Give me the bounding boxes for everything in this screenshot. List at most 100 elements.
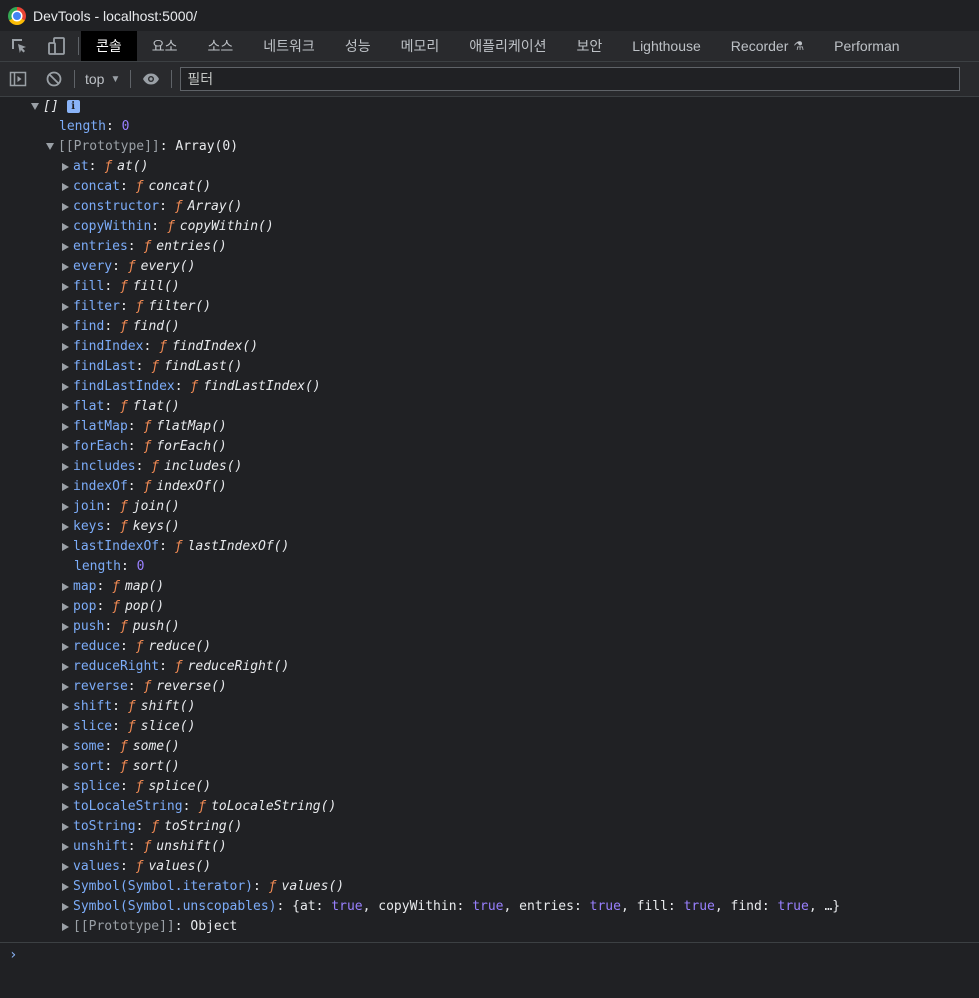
tab-9[interactable]: Recorder ⚗	[716, 31, 819, 61]
expand-triangle-icon[interactable]	[62, 722, 69, 731]
prototype-member-row[interactable]: Symbol(Symbol.iterator): ƒ values()	[0, 877, 979, 897]
expand-triangle-icon[interactable]	[62, 802, 69, 811]
expand-triangle-icon[interactable]	[62, 222, 69, 231]
expand-triangle-icon[interactable]	[62, 582, 69, 591]
prototype-member-row[interactable]: flat: ƒ flat()	[0, 397, 979, 417]
expand-triangle-icon[interactable]	[62, 202, 69, 211]
expand-triangle-icon[interactable]	[62, 242, 69, 251]
prototype-member-row[interactable]: push: ƒ push()	[0, 617, 979, 637]
prototype-member-row[interactable]: findLastIndex: ƒ findLastIndex()	[0, 377, 979, 397]
expand-triangle-icon[interactable]	[62, 362, 69, 371]
tab-1[interactable]: 요소	[137, 31, 193, 61]
info-icon[interactable]: i	[66, 100, 80, 113]
prototype-member-row[interactable]: some: ƒ some()	[0, 737, 979, 757]
expand-triangle-icon[interactable]	[62, 622, 69, 631]
prototype-member-row[interactable]: sort: ƒ sort()	[0, 757, 979, 777]
prototype-member-row[interactable]: every: ƒ every()	[0, 257, 979, 277]
show-sidebar-button[interactable]	[0, 62, 36, 96]
expand-triangle-icon[interactable]	[62, 742, 69, 751]
expand-triangle-icon[interactable]	[62, 482, 69, 491]
prototype-member-row[interactable]: fill: ƒ fill()	[0, 277, 979, 297]
expand-triangle-icon[interactable]	[62, 262, 69, 271]
expand-triangle-icon[interactable]	[62, 282, 69, 291]
live-expression-button[interactable]	[133, 62, 169, 96]
prototype-member-row[interactable]: map: ƒ map()	[0, 577, 979, 597]
prototype-member-row[interactable]: constructor: ƒ Array()	[0, 197, 979, 217]
prototype-member-row[interactable]: entries: ƒ entries()	[0, 237, 979, 257]
prototype-member-row[interactable]: values: ƒ values()	[0, 857, 979, 877]
prototype-member-row[interactable]: reduceRight: ƒ reduceRight()	[0, 657, 979, 677]
prototype-member-row[interactable]: indexOf: ƒ indexOf()	[0, 477, 979, 497]
expand-triangle-icon[interactable]	[62, 382, 69, 391]
expand-triangle-icon[interactable]	[62, 402, 69, 411]
expand-triangle-icon[interactable]	[62, 882, 69, 891]
prototype-member-row[interactable]: slice: ƒ slice()	[0, 717, 979, 737]
expand-triangle-icon[interactable]	[62, 522, 69, 531]
tab-7[interactable]: 보안	[562, 31, 618, 61]
context-selector[interactable]: top ▼	[77, 62, 128, 96]
prototype-member-row[interactable]: splice: ƒ splice()	[0, 777, 979, 797]
tab-8[interactable]: Lighthouse	[617, 31, 716, 61]
prototype-member-row[interactable]: forEach: ƒ forEach()	[0, 437, 979, 457]
expand-triangle-icon[interactable]	[62, 542, 69, 551]
prototype-member-row[interactable]: unshift: ƒ unshift()	[0, 837, 979, 857]
expand-triangle-icon[interactable]	[62, 682, 69, 691]
prototype-member-row[interactable]: toLocaleString: ƒ toLocaleString()	[0, 797, 979, 817]
tab-4[interactable]: 성능	[330, 31, 386, 61]
expand-triangle-icon[interactable]	[62, 602, 69, 611]
expand-triangle-icon[interactable]	[62, 502, 69, 511]
prototype-member-row[interactable]: flatMap: ƒ flatMap()	[0, 417, 979, 437]
expand-triangle-icon[interactable]	[46, 143, 54, 150]
expand-triangle-icon[interactable]	[62, 842, 69, 851]
expand-triangle-icon[interactable]	[62, 902, 69, 911]
expand-triangle-icon[interactable]	[31, 103, 39, 110]
prototype-member-row[interactable]: shift: ƒ shift()	[0, 697, 979, 717]
prototype-member-row[interactable]: toString: ƒ toString()	[0, 817, 979, 837]
inspect-element-icon[interactable]	[0, 31, 38, 61]
expand-triangle-icon[interactable]	[62, 822, 69, 831]
device-toolbar-icon[interactable]	[38, 31, 76, 61]
expand-triangle-icon[interactable]	[62, 342, 69, 351]
inner-prototype-row[interactable]: [[Prototype]]: Object	[0, 917, 979, 937]
expand-triangle-icon[interactable]	[62, 922, 69, 931]
expand-triangle-icon[interactable]	[62, 762, 69, 771]
prototype-member-row[interactable]: findLast: ƒ findLast()	[0, 357, 979, 377]
expand-triangle-icon[interactable]	[62, 302, 69, 311]
prototype-member-row[interactable]: reverse: ƒ reverse()	[0, 677, 979, 697]
prototype-member-row[interactable]: concat: ƒ concat()	[0, 177, 979, 197]
prototype-member-row[interactable]: join: ƒ join()	[0, 497, 979, 517]
expand-triangle-icon[interactable]	[62, 442, 69, 451]
prototype-member-row[interactable]: filter: ƒ filter()	[0, 297, 979, 317]
prototype-member-row[interactable]: at: ƒ at()	[0, 157, 979, 177]
expand-triangle-icon[interactable]	[62, 462, 69, 471]
expand-triangle-icon[interactable]	[62, 702, 69, 711]
tab-2[interactable]: 소스	[193, 31, 249, 61]
expand-triangle-icon[interactable]	[62, 642, 69, 651]
prototype-member-row[interactable]: reduce: ƒ reduce()	[0, 637, 979, 657]
expand-triangle-icon[interactable]	[62, 862, 69, 871]
expand-triangle-icon[interactable]	[62, 162, 69, 171]
array-root-row[interactable]: [] i	[0, 97, 979, 117]
expand-triangle-icon[interactable]	[62, 422, 69, 431]
tab-6[interactable]: 애플리케이션	[454, 31, 561, 61]
tab-5[interactable]: 메모리	[386, 31, 455, 61]
prototype-member-row[interactable]: keys: ƒ keys()	[0, 517, 979, 537]
tab-0[interactable]: 콘솔	[81, 31, 137, 61]
prototype-member-row[interactable]: pop: ƒ pop()	[0, 597, 979, 617]
expand-triangle-icon[interactable]	[62, 782, 69, 791]
tab-10[interactable]: Performan	[819, 31, 914, 61]
prototype-member-row[interactable]: includes: ƒ includes()	[0, 457, 979, 477]
tab-3[interactable]: 네트워크	[248, 31, 330, 61]
prototype-member-row[interactable]: findIndex: ƒ findIndex()	[0, 337, 979, 357]
prototype-member-row[interactable]: copyWithin: ƒ copyWithin()	[0, 217, 979, 237]
prototype-member-row[interactable]: find: ƒ find()	[0, 317, 979, 337]
expand-triangle-icon[interactable]	[62, 182, 69, 191]
expand-triangle-icon[interactable]	[62, 322, 69, 331]
unscopables-row[interactable]: Symbol(Symbol.unscopables): {at: true, c…	[0, 897, 979, 917]
filter-input[interactable]	[180, 67, 961, 91]
console-prompt[interactable]: ›	[0, 942, 979, 998]
expand-triangle-icon[interactable]	[62, 662, 69, 671]
clear-console-button[interactable]	[36, 62, 72, 96]
prototype-member-row[interactable]: lastIndexOf: ƒ lastIndexOf()	[0, 537, 979, 557]
prototype-row[interactable]: [[Prototype]]: Array(0)	[0, 137, 979, 157]
